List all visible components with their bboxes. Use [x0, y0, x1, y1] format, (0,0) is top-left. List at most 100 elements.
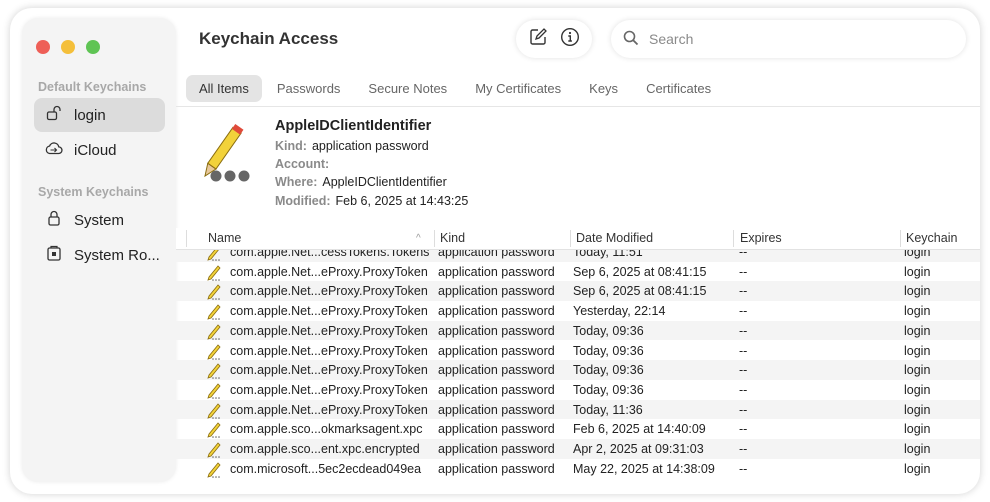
column-header-expires[interactable]: Expires	[740, 231, 782, 245]
cell-keychain: login	[904, 442, 931, 456]
column-header-date-modified[interactable]: Date Modified	[576, 231, 653, 245]
cell-keychain: login	[904, 250, 931, 259]
sidebar-item-system-roots[interactable]: System Ro...	[34, 238, 165, 272]
column-header-name[interactable]: Name	[208, 231, 241, 245]
sidebar-item-label: System Ro...	[74, 246, 160, 264]
table-row[interactable]: com.apple.Net...eProxy.ProxyToken applic…	[176, 301, 980, 321]
cell-name: com.apple.Net...eProxy.ProxyToken	[230, 323, 428, 338]
cell-keychain: login	[904, 304, 931, 319]
detail-modified: Modified: Feb 6, 2025 at 14:43:25	[275, 194, 468, 208]
tab-all-items[interactable]: All Items	[186, 75, 262, 102]
sidebar-item-label: System	[74, 211, 125, 229]
table-row[interactable]: com.apple.Net...eProxy.ProxyToken applic…	[176, 262, 980, 282]
cloud-icon	[34, 141, 74, 159]
compose-button[interactable]	[524, 25, 552, 53]
cell-date-modified: Sep 6, 2025 at 08:41:15	[573, 284, 707, 299]
cell-name: com.apple.Net...eProxy.ProxyToken	[230, 264, 428, 279]
where-value: AppleIDClientIdentifier	[322, 175, 447, 189]
tab-passwords[interactable]: Passwords	[264, 75, 354, 102]
cell-date-modified: Sep 6, 2025 at 08:41:15	[573, 264, 707, 279]
tab-certificates[interactable]: Certificates	[633, 75, 724, 102]
cell-expires: --	[739, 250, 748, 259]
tab-secure-notes[interactable]: Secure Notes	[355, 75, 460, 102]
table-row[interactable]: com.apple.Net...eProxy.ProxyToken applic…	[176, 320, 980, 341]
cell-keychain: login	[904, 363, 931, 378]
table-row[interactable]: com.apple.Net...cessTokens.Tokens applic…	[176, 250, 980, 262]
table-row[interactable]: com.apple.Net...eProxy.ProxyToken applic…	[176, 380, 980, 400]
column-separator[interactable]	[570, 230, 571, 247]
search-icon	[623, 30, 639, 49]
cell-date-modified: Today, 09:36	[573, 363, 644, 378]
sidebar-item-system[interactable]: System	[34, 203, 165, 237]
account-label: Account:	[275, 157, 330, 171]
cell-date-modified: May 22, 2025 at 14:38:09	[573, 461, 715, 476]
table-row[interactable]: com.apple.Net...eProxy.ProxyToken applic…	[176, 360, 980, 380]
column-header-kind[interactable]: Kind	[440, 231, 465, 245]
table-row[interactable]: com.microsoft...5ec2ecdead049ea applicat…	[176, 459, 980, 479]
cell-expires: --	[739, 264, 748, 279]
sidebar-item-login[interactable]: login	[34, 98, 165, 132]
padlock-icon	[34, 210, 74, 230]
column-separator[interactable]	[900, 230, 901, 247]
close-button[interactable]	[36, 40, 50, 54]
sort-ascending-icon: ^	[416, 233, 421, 244]
cell-kind: application password	[438, 382, 555, 397]
sidebar-item-icloud[interactable]: iCloud	[34, 133, 165, 167]
cell-expires: --	[739, 323, 748, 338]
item-name: AppleIDClientIdentifier	[275, 118, 432, 134]
password-pencil-icon	[206, 462, 222, 481]
cell-date-modified: Apr 2, 2025 at 09:31:03	[573, 442, 704, 456]
kind-label: Kind:	[275, 139, 307, 153]
cell-expires: --	[739, 461, 748, 476]
zoom-button[interactable]	[86, 40, 100, 54]
keychain-window: Default Keychains login iCloud System Ke…	[10, 8, 980, 494]
cell-expires: --	[739, 422, 748, 437]
cell-name: com.microsoft...5ec2ecdead049ea	[230, 461, 422, 476]
search-input[interactable]	[649, 31, 929, 47]
cell-date-modified: Today, 11:36	[573, 402, 643, 417]
cell-kind: application password	[438, 264, 555, 279]
minimize-button[interactable]	[61, 40, 75, 54]
cell-kind: application password	[438, 442, 555, 456]
cell-name: com.apple.Net...eProxy.ProxyToken	[230, 363, 428, 378]
table-row[interactable]: com.apple.sco...okmarksagent.xpc applica…	[176, 419, 980, 439]
cell-name: com.apple.Net...eProxy.ProxyToken	[230, 304, 428, 319]
table-row[interactable]: com.apple.Net...eProxy.ProxyToken applic…	[176, 281, 980, 302]
tab-keys[interactable]: Keys	[576, 75, 631, 102]
kind-value: application password	[311, 139, 429, 153]
unlocked-padlock-icon	[34, 105, 74, 125]
cell-date-modified: Today, 09:36	[573, 343, 644, 358]
modified-label: Modified:	[275, 194, 331, 208]
cell-name: com.apple.sco...okmarksagent.xpc	[230, 422, 423, 437]
column-separator[interactable]	[434, 230, 435, 247]
table-row[interactable]: com.apple.sco...ent.xpc.encrypted applic…	[176, 439, 980, 459]
search-field[interactable]	[611, 20, 966, 58]
cell-expires: --	[739, 442, 748, 456]
tab-my-certificates[interactable]: My Certificates	[462, 75, 574, 102]
cell-kind: application password	[438, 323, 555, 338]
toolbar-button-group	[516, 20, 592, 58]
category-tabs: All Items Passwords Secure Notes My Cert…	[186, 75, 726, 102]
cell-keychain: login	[904, 323, 931, 338]
cell-expires: --	[739, 382, 748, 397]
table-row[interactable]: com.apple.Net...eProxy.ProxyToken applic…	[176, 399, 980, 420]
safe-icon	[34, 245, 74, 265]
cell-expires: --	[739, 304, 748, 319]
column-separator	[186, 230, 187, 247]
info-button[interactable]	[556, 25, 584, 53]
password-pencil-icon	[193, 122, 259, 193]
table-row[interactable]: com.apple.Net...eProxy.ProxyToken applic…	[176, 341, 980, 361]
sidebar-item-label: login	[74, 106, 106, 124]
column-separator[interactable]	[733, 230, 734, 247]
cell-kind: application password	[438, 422, 555, 437]
cell-keychain: login	[904, 264, 931, 279]
cell-keychain: login	[904, 284, 931, 299]
cell-keychain: login	[904, 422, 931, 437]
table-header: Name ^ Kind Date Modified Expires Keycha…	[176, 228, 980, 250]
cell-kind: application password	[438, 343, 555, 358]
items-table: com.apple.Net...cessTokens.Tokens applic…	[176, 250, 980, 494]
column-header-keychain[interactable]: Keychain	[906, 231, 957, 245]
cell-name: com.apple.Net...cessTokens.Tokens	[230, 250, 430, 259]
cell-date-modified: Today, 11:51	[573, 250, 643, 259]
cell-kind: application password	[438, 250, 555, 259]
